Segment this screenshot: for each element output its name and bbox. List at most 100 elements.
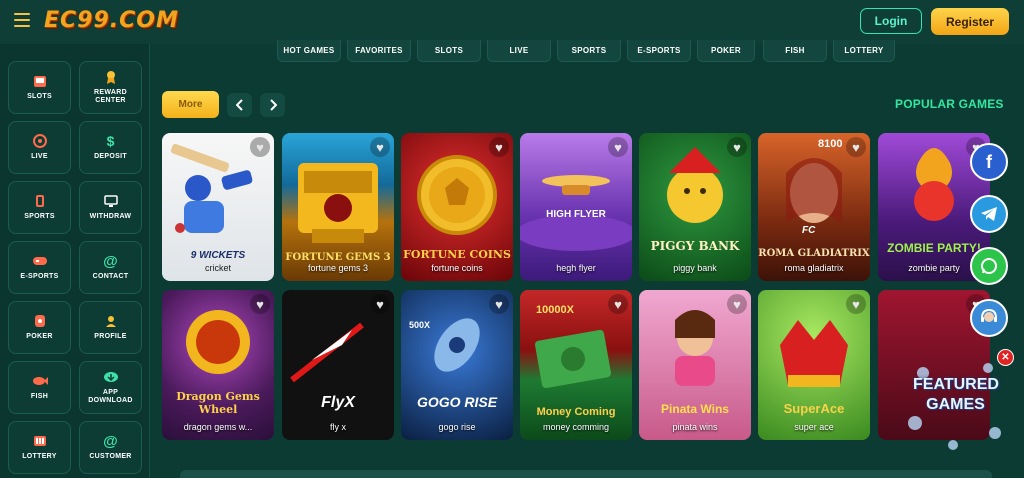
game-card-roma-gladiatrix[interactable]: 8100 FC ROMA GLADIATRIX roma gladiatrix … [758,133,870,281]
chevron-right-icon [269,99,277,111]
game-name: pinata wins [672,422,718,432]
sidebar-item-customer[interactable]: @ CUSTOMER [79,421,142,474]
game-card-fortune-gems-3[interactable]: FORTUNE GEMS 3 fortune gems 3 ♥ [282,133,394,281]
heart-icon[interactable]: ♥ [370,137,390,157]
game-name: fortune gems 3 [307,263,369,273]
game-name: money comming [542,422,610,432]
game-art-title: FlyX [321,394,355,411]
sidebar: SLOTS REWARD CENTER LIVE $ DEPOSIT SPORT… [0,44,150,478]
sidebar-item-label: WITHDRAW [89,213,132,220]
game-name: fortune coins [431,263,483,273]
close-featured-button[interactable]: ✕ [997,349,1014,366]
featured-games-widget[interactable]: FEATURED GAMES [903,353,1008,453]
heart-icon[interactable]: ♥ [727,294,747,314]
game-card-pinata-wins[interactable]: Pinata Wins pinata wins ♥ [639,290,751,440]
live-icon [32,134,48,148]
game-card-fortune-coins[interactable]: FORTUNE COINS fortune coins ♥ [401,133,513,281]
tab-hot-games[interactable]: HOT GAMES [277,40,341,62]
facebook-icon: f [986,151,992,172]
game-card-hegh-flyer[interactable]: HIGH FLYER hegh flyer ♥ [520,133,632,281]
sidebar-item-label: CUSTOMER [89,453,132,460]
tab-live[interactable]: LIVE [487,40,551,62]
monitor-icon [103,194,119,208]
sidebar-item-live[interactable]: LIVE [8,121,71,174]
sidebar-item-profile[interactable]: PROFILE [79,301,142,354]
sidebar-item-reward-center[interactable]: REWARD CENTER [79,61,142,114]
game-name: gogo rise [438,422,476,432]
heart-icon[interactable]: ♥ [370,294,390,314]
sidebar-item-deposit[interactable]: $ DEPOSIT [79,121,142,174]
tab-fish[interactable]: FISH [763,40,827,62]
more-button[interactable]: More [162,91,219,118]
hamburger-icon[interactable] [14,13,30,27]
sidebar-item-label: LOTTERY [22,453,57,460]
game-art-title: PIGGY BANK [650,239,740,253]
multiplier-badge: 500X [409,320,431,330]
game-art-title: FORTUNE GEMS 3 [285,252,391,263]
heart-icon[interactable]: ♥ [489,137,509,157]
tab-slots[interactable]: SLOTS [417,40,481,62]
tab-poker[interactable]: POKER [697,40,755,62]
at-icon: @ [103,252,118,270]
site-logo[interactable]: EC99.COM [44,8,179,33]
login-button[interactable]: Login [860,8,922,34]
prev-button[interactable] [227,93,252,117]
facebook-button[interactable]: f [970,143,1008,181]
tab-e-sports[interactable]: E-SPORTS [627,40,691,62]
register-button[interactable]: Register [931,8,1009,35]
heart-icon[interactable]: ♥ [608,137,628,157]
game-card-piggy-bank[interactable]: PIGGY BANK piggy bank ♥ [639,133,751,281]
sidebar-item-slots[interactable]: SLOTS [8,61,71,114]
featured-games-label: FEATURED GAMES [913,376,999,413]
heart-icon[interactable]: ♥ [250,294,270,314]
telegram-button[interactable] [970,195,1008,233]
sidebar-item-e-sports[interactable]: E-SPORTS [8,241,71,294]
sidebar-item-label: SLOTS [27,93,52,100]
sidebar-item-lottery[interactable]: LOTTERY [8,421,71,474]
game-card-super-ace[interactable]: SuperAce super ace ♥ [758,290,870,440]
game-card-gogo-rise[interactable]: 500X GOGO RISE gogo rise ♥ [401,290,513,440]
heart-icon[interactable]: ♥ [727,137,747,157]
sidebar-item-withdraw[interactable]: WITHDRAW [79,181,142,234]
game-card-dragon-gems-wheel[interactable]: Dragon Gems Wheel dragon gems w... ♥ [162,290,274,440]
telegram-icon [981,207,997,221]
whatsapp-button[interactable] [970,247,1008,285]
heart-icon[interactable]: ♥ [489,294,509,314]
user-icon [103,314,119,328]
section-title-popular-games: POPULAR GAMES [895,97,1004,111]
header: EC99.COM Login Register [0,0,1024,44]
game-card-money-comming[interactable]: 10000X Money Coming money comming ♥ [520,290,632,440]
game-art-title: ROMA GLADIATRIX [758,248,870,259]
game-name: cricket [204,263,231,273]
game-name: fly x [329,422,346,432]
sidebar-item-contact[interactable]: @ CONTACT [79,241,142,294]
sidebar-item-label: APP DOWNLOAD [88,389,133,404]
tab-sports[interactable]: SPORTS [557,40,621,62]
chevron-left-icon [235,99,243,111]
download-icon [103,370,119,384]
whatsapp-icon [981,258,997,274]
game-name: piggy bank [673,263,717,273]
bottom-banner-strip [180,470,992,478]
game-card-fly-x[interactable]: FlyX fly x ♥ [282,290,394,440]
sidebar-item-label: FISH [30,393,49,400]
next-button[interactable] [260,93,285,117]
game-art-title: GOGO RISE [416,394,498,410]
heart-icon[interactable]: ♥ [846,294,866,314]
sports-icon [32,194,48,208]
sidebar-item-app-download[interactable]: APP DOWNLOAD [79,361,142,414]
tab-favorites[interactable]: FAVORITES [347,40,411,62]
heart-icon[interactable]: ♥ [250,137,270,157]
sidebar-item-label: CONTACT [92,273,129,280]
game-card-cricket[interactable]: 9 WICKETS cricket ♥ [162,133,274,281]
support-button[interactable] [970,299,1008,337]
game-art-title: Pinata Wins [661,402,729,416]
sidebar-item-poker[interactable]: POKER [8,301,71,354]
heart-icon[interactable]: ♥ [608,294,628,314]
sidebar-item-sports[interactable]: SPORTS [8,181,71,234]
game-art-title: FORTUNE COINS [403,248,511,261]
multiplier-badge: 10000X [536,304,574,316]
heart-icon[interactable]: ♥ [846,137,866,157]
tab-lottery[interactable]: LOTTERY [833,40,895,62]
sidebar-item-fish[interactable]: FISH [8,361,71,414]
